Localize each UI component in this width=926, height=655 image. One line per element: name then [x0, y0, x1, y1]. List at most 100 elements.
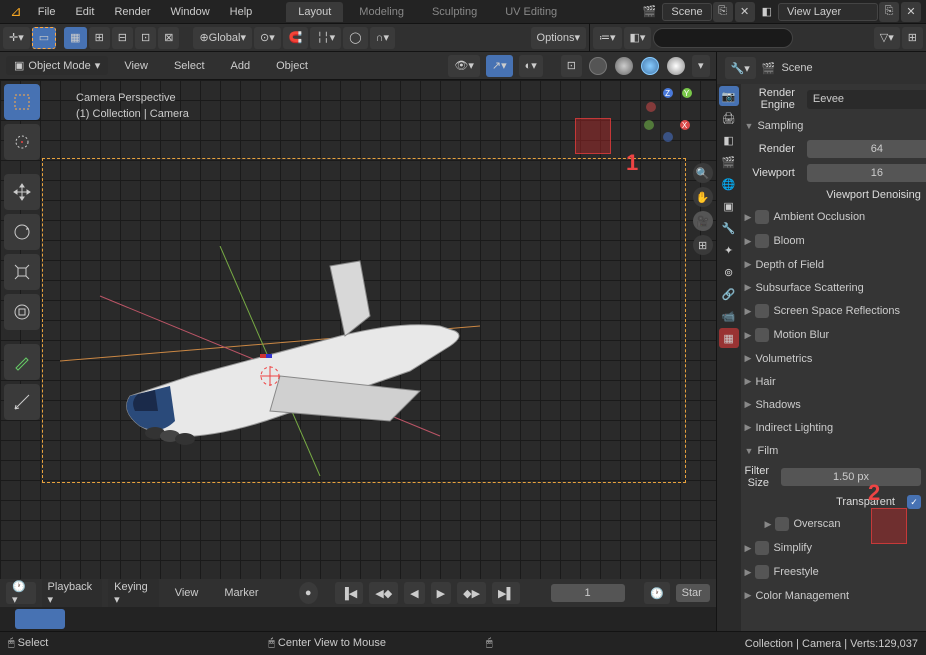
tab-modeling[interactable]: Modeling: [347, 2, 416, 22]
physics-props-tab[interactable]: ⊚: [719, 262, 739, 282]
select-mode-5[interactable]: ⊠: [158, 27, 179, 49]
timeline-view[interactable]: View: [165, 583, 209, 603]
bloom-section[interactable]: ▶Bloom⠿: [741, 229, 926, 253]
ao-checkbox[interactable]: [755, 210, 769, 224]
timeline-scrubber[interactable]: [0, 607, 716, 631]
window-menu[interactable]: Window: [161, 2, 220, 22]
layer-copy-icon[interactable]: ⎘: [879, 2, 899, 22]
scene-close-icon[interactable]: ✕: [735, 2, 755, 22]
render-engine-select[interactable]: Eevee▾: [807, 90, 926, 109]
viewport-3d[interactable]: Camera Perspective (1) Collection | Came…: [0, 80, 716, 579]
pan-icon[interactable]: ✋: [693, 187, 713, 207]
texture-props-tab[interactable]: ▦: [719, 328, 739, 348]
neg-x-axis[interactable]: [646, 102, 656, 112]
keyframe-prev-icon[interactable]: ◀◆: [369, 582, 398, 604]
render-samples-value[interactable]: 64: [807, 140, 926, 158]
neg-y-axis[interactable]: [644, 120, 654, 130]
camera-view-icon[interactable]: 🎥: [693, 211, 713, 231]
vp-object-menu[interactable]: Object: [266, 56, 318, 76]
ssr-checkbox[interactable]: [755, 304, 769, 318]
nav-gizmo[interactable]: Z Y X: [640, 88, 696, 144]
timeline-editor-icon[interactable]: 🕐▾: [6, 582, 36, 604]
zoom-icon[interactable]: 🔍: [693, 163, 713, 183]
current-frame[interactable]: 1: [551, 584, 625, 602]
simplify-checkbox[interactable]: [755, 541, 769, 555]
annotate-tool[interactable]: [4, 344, 40, 380]
search-input[interactable]: [653, 28, 793, 48]
object-props-tab[interactable]: ▣: [719, 196, 739, 216]
keying-menu[interactable]: Keying ▾: [108, 578, 159, 609]
freestyle-checkbox[interactable]: [755, 565, 769, 579]
scene-copy-icon[interactable]: ⎘: [713, 2, 733, 22]
dof-section[interactable]: ▶Depth of Field⠿: [741, 253, 926, 276]
tab-sculpting[interactable]: Sculpting: [420, 2, 489, 22]
constraint-props-tab[interactable]: 🔗: [719, 284, 739, 304]
editor-type-icon[interactable]: ≔▾: [593, 27, 622, 49]
pivot-icon[interactable]: ⊙▾: [254, 27, 281, 49]
rendered-shade[interactable]: [667, 57, 685, 75]
render-props-tab[interactable]: 📷: [719, 86, 739, 106]
timeline-marker[interactable]: Marker: [214, 583, 268, 603]
neg-z-axis[interactable]: [663, 132, 673, 142]
props-editor-icon[interactable]: 🔧▾: [725, 57, 756, 79]
ao-section[interactable]: ▶Ambient Occlusion⠿: [741, 205, 926, 229]
playback-menu[interactable]: Playback ▾: [42, 578, 103, 609]
tab-uv[interactable]: UV Editing: [493, 2, 569, 22]
proportional-toggle[interactable]: ◯: [343, 27, 367, 49]
move-tool[interactable]: [4, 174, 40, 210]
viewlayer-selector[interactable]: View Layer: [778, 3, 878, 21]
play-rev-icon[interactable]: ◀: [404, 582, 424, 604]
colormgmt-section[interactable]: ▶Color Management⠿: [741, 584, 926, 607]
y-axis[interactable]: Y: [682, 88, 692, 98]
end-frame[interactable]: Star: [676, 584, 710, 602]
motion-checkbox[interactable]: [755, 328, 769, 342]
play-icon[interactable]: ▶: [431, 582, 451, 604]
sss-section[interactable]: ▶Subsurface Scattering⠿: [741, 276, 926, 299]
hair-section[interactable]: ▶Hair⠿: [741, 370, 926, 393]
vp-view-menu[interactable]: View: [114, 56, 158, 76]
volumetrics-section[interactable]: ▶Volumetrics⠿: [741, 347, 926, 370]
select-mode-4[interactable]: ⊡: [135, 27, 156, 49]
measure-tool[interactable]: [4, 384, 40, 420]
proportional-type[interactable]: ∩▾: [370, 27, 395, 49]
indirect-section[interactable]: ▶Indirect Lighting⠿: [741, 416, 926, 439]
xray-icon[interactable]: ⊡: [561, 55, 582, 77]
autokey-icon[interactable]: ●: [299, 582, 318, 604]
particle-props-tab[interactable]: ✦: [719, 240, 739, 260]
jump-end-icon[interactable]: ▶▌: [492, 582, 520, 604]
select-mode-2[interactable]: ⊞: [89, 27, 110, 49]
help-menu[interactable]: Help: [220, 2, 263, 22]
snap-type[interactable]: ╎╎▾: [310, 27, 341, 49]
select-tool[interactable]: [4, 84, 40, 120]
frame-range-icon[interactable]: 🕐: [644, 582, 670, 604]
viewlayer-props-tab[interactable]: ◧: [719, 130, 739, 150]
layer-close-icon[interactable]: ✕: [901, 2, 921, 22]
film-section[interactable]: ▼Film⠿: [741, 439, 926, 462]
modifier-props-tab[interactable]: 🔧: [719, 218, 739, 238]
x-axis[interactable]: X: [680, 120, 690, 130]
select-mode-1[interactable]: ▦: [64, 27, 86, 49]
scale-tool[interactable]: [4, 254, 40, 290]
overscan-checkbox[interactable]: [775, 517, 789, 531]
vp-add-menu[interactable]: Add: [221, 56, 261, 76]
orientation-select[interactable]: ⊕ Global ▾: [193, 27, 252, 49]
scene-selector[interactable]: Scene: [662, 3, 711, 21]
motion-section[interactable]: ▶Motion Blur⠿: [741, 323, 926, 347]
perspective-icon[interactable]: ⊞: [693, 235, 713, 255]
viewport-samples-value[interactable]: 16: [807, 164, 926, 182]
select-box-icon[interactable]: ▭: [32, 27, 56, 49]
shading-options[interactable]: ▾: [692, 55, 710, 77]
options-dropdown[interactable]: Options ▾: [531, 27, 586, 49]
mode-selector[interactable]: ▣ Object Mode ▾: [6, 56, 108, 75]
transparent-checkbox[interactable]: [907, 495, 921, 509]
world-props-tab[interactable]: 🌐: [719, 174, 739, 194]
filter-icon[interactable]: ▽▾: [874, 27, 900, 49]
jump-start-icon[interactable]: ▐◀: [335, 582, 363, 604]
freestyle-section[interactable]: ▶Freestyle⠿: [741, 560, 926, 584]
data-props-tab[interactable]: 📹: [719, 306, 739, 326]
playhead[interactable]: [15, 609, 65, 629]
vp-select-menu[interactable]: Select: [164, 56, 215, 76]
z-axis[interactable]: Z: [663, 88, 673, 98]
output-props-tab[interactable]: 🖨: [719, 108, 739, 128]
snap-toggle[interactable]: 🧲: [283, 27, 309, 49]
